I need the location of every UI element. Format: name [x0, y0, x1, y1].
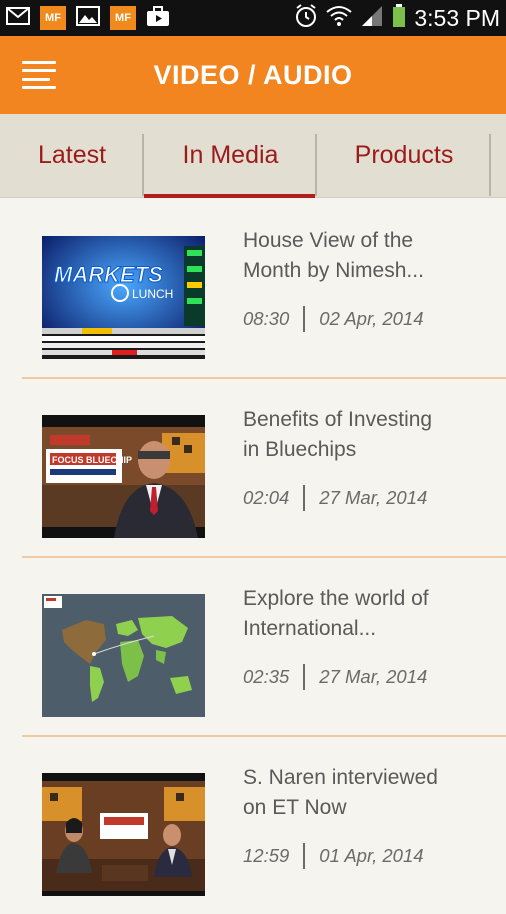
video-duration: 02:04 [243, 487, 290, 508]
meta-divider [303, 306, 306, 332]
notification-icons: MF MF [6, 5, 170, 31]
tab-in-media[interactable]: In Media [144, 114, 317, 198]
video-duration: 02:35 [243, 666, 290, 687]
video-title: Benefits of Investing in Bluechips [243, 405, 483, 465]
wifi-icon [326, 5, 352, 31]
status-bar: MF MF 3:53 PM [0, 0, 506, 36]
video-list: MARKETS LUNCH House View of the Month by… [0, 198, 506, 914]
video-meta: 02:35 27 Mar, 2014 [243, 664, 427, 690]
image-icon [76, 6, 100, 30]
video-title-line: Month by Nimesh... [243, 259, 424, 282]
list-item[interactable]: FOCUS BLUECHIP Benefits of Investing in … [0, 377, 506, 558]
video-title-line: on ET Now [243, 796, 347, 819]
tab-label: Products [354, 141, 454, 169]
video-title-line: Explore the world of [243, 587, 429, 610]
tab-overflow[interactable] [491, 114, 506, 197]
video-title-line: International... [243, 617, 377, 640]
hamburger-menu-icon[interactable] [22, 61, 56, 89]
svg-text:LUNCH: LUNCH [132, 287, 173, 301]
world-map-thumbnail [42, 594, 205, 717]
list-item[interactable]: MARKETS LUNCH House View of the Month by… [0, 198, 506, 379]
video-title: Explore the world of International... [243, 584, 483, 644]
meta-divider [303, 485, 306, 511]
video-date: 27 Mar, 2014 [319, 487, 428, 508]
tab-label: Latest [37, 141, 107, 169]
list-item[interactable]: Explore the world of International... 02… [0, 556, 506, 737]
mail-icon [6, 7, 30, 29]
signal-icon [360, 5, 384, 31]
video-title: House View of the Month by Nimesh... [243, 226, 483, 286]
tab-bar: Latest In Media Products [0, 114, 506, 198]
list-item[interactable]: S. Naren interviewed on ET Now 12:59 01 … [0, 735, 506, 914]
video-title-line: S. Naren interviewed [243, 766, 438, 789]
tab-latest[interactable]: Latest [0, 114, 144, 197]
video-date: 01 Apr, 2014 [319, 845, 424, 866]
et-now-interview-thumbnail [42, 773, 205, 896]
video-title-line: House View of the [243, 229, 414, 252]
system-icons: 3:53 PM [294, 4, 500, 32]
page-title: VIDEO / AUDIO [153, 59, 353, 90]
bluechip-interview-thumbnail: FOCUS BLUECHIP [42, 415, 205, 538]
video-title-line: Benefits of Investing [243, 408, 433, 431]
app-header: VIDEO / AUDIO [0, 36, 506, 114]
video-duration: 08:30 [243, 308, 290, 329]
mf-app-icon: MF [40, 6, 66, 30]
alarm-icon [294, 4, 318, 32]
tab-products[interactable]: Products [317, 114, 491, 197]
video-meta: 12:59 01 Apr, 2014 [243, 843, 424, 869]
tab-label: In Media [182, 141, 279, 169]
svg-text:MARKETS: MARKETS [54, 262, 163, 287]
meta-divider [303, 843, 306, 869]
video-meta: 02:04 27 Mar, 2014 [243, 485, 427, 511]
video-duration: 12:59 [243, 845, 290, 866]
svg-text:FOCUS BLUECHIP: FOCUS BLUECHIP [52, 455, 132, 465]
video-meta: 08:30 02 Apr, 2014 [243, 306, 424, 332]
video-date: 02 Apr, 2014 [319, 308, 424, 329]
briefcase-icon [146, 5, 170, 31]
video-title-line: in Bluechips [243, 438, 357, 461]
clock: 3:53 PM [414, 4, 500, 31]
video-date: 27 Mar, 2014 [319, 666, 428, 687]
video-title: S. Naren interviewed on ET Now [243, 763, 483, 823]
markets-at-lunch-thumbnail: MARKETS LUNCH [42, 236, 205, 359]
battery-icon [392, 4, 406, 32]
meta-divider [303, 664, 306, 690]
mf-app-icon: MF [110, 6, 136, 30]
